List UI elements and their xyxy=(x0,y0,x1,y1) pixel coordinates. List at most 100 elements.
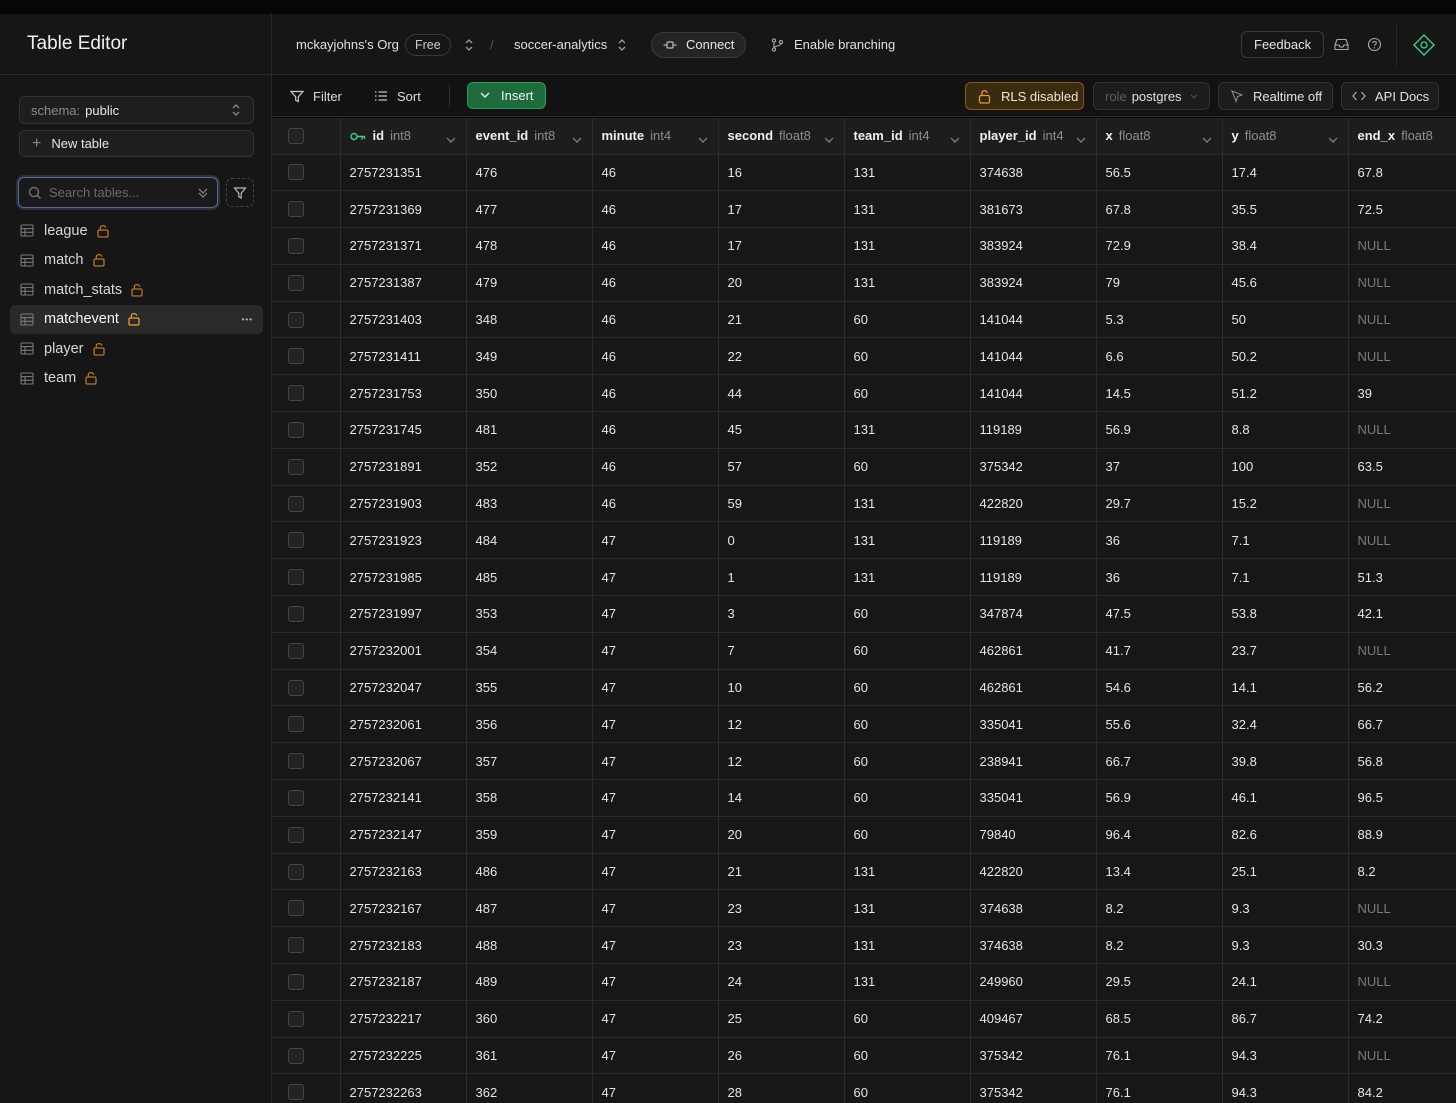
table-row[interactable]: 2757231753 350 46 44 60 141044 14.5 51.2 39 xyxy=(272,374,1456,413)
table-row[interactable]: 2757231369 477 46 17 131 381673 67.8 35.5 72.5 xyxy=(272,190,1456,229)
row-checkbox[interactable] xyxy=(288,237,304,254)
cell-end_x[interactable]: NULL xyxy=(1348,632,1456,670)
cell-second[interactable]: 16 xyxy=(718,154,845,192)
cell-player_id[interactable]: 381673 xyxy=(970,190,1097,229)
cell-team_id[interactable]: 131 xyxy=(844,190,971,229)
cell-event_id[interactable]: 357 xyxy=(466,742,593,781)
row-checkbox[interactable] xyxy=(288,311,304,328)
cell-x[interactable]: 47.5 xyxy=(1096,595,1223,633)
cell-x[interactable]: 56.9 xyxy=(1096,779,1223,817)
cell-x[interactable]: 36 xyxy=(1096,558,1223,597)
cell-end_x[interactable]: 8.2 xyxy=(1348,853,1456,891)
cell-team_id[interactable]: 60 xyxy=(844,374,971,413)
cell-team_id[interactable]: 60 xyxy=(844,669,971,707)
row-checkbox[interactable] xyxy=(288,937,304,954)
sidebar-item-matchevent[interactable]: matchevent ••• xyxy=(10,304,263,334)
cell-player_id[interactable]: 374638 xyxy=(970,154,1097,192)
cell-second[interactable]: 25 xyxy=(718,1000,845,1038)
cell-id[interactable]: 2757231371 xyxy=(340,227,467,265)
cell-player_id[interactable]: 335041 xyxy=(970,779,1097,817)
feedback-button[interactable]: Feedback xyxy=(1241,31,1325,58)
cell-event_id[interactable]: 476 xyxy=(466,154,593,192)
cell-y[interactable]: 25.1 xyxy=(1222,853,1349,891)
cell-y[interactable]: 9.3 xyxy=(1222,889,1349,928)
sort-button[interactable]: Sort xyxy=(374,75,421,117)
row-checkbox[interactable] xyxy=(288,973,304,990)
cell-player_id[interactable]: 249960 xyxy=(970,963,1097,1001)
table-row[interactable]: 2757232225 361 47 26 60 375342 76.1 94.3 NULL xyxy=(272,1037,1456,1075)
cell-team_id[interactable]: 60 xyxy=(844,448,971,486)
realtime-toggle[interactable]: Realtime off xyxy=(1218,82,1333,110)
row-checkbox[interactable] xyxy=(288,863,304,880)
table-row[interactable]: 2757231411 349 46 22 60 141044 6.6 50.2 NULL xyxy=(272,337,1456,376)
cell-event_id[interactable]: 486 xyxy=(466,853,593,891)
cell-id[interactable]: 2757231903 xyxy=(340,485,467,523)
cell-minute[interactable]: 47 xyxy=(592,816,719,854)
cell-event_id[interactable]: 489 xyxy=(466,963,593,1001)
cell-player_id[interactable]: 409467 xyxy=(970,1000,1097,1038)
cell-x[interactable]: 6.6 xyxy=(1096,337,1223,376)
cell-event_id[interactable]: 478 xyxy=(466,227,593,265)
more-options-icon[interactable]: ••• xyxy=(242,315,253,324)
cell-second[interactable]: 57 xyxy=(718,448,845,486)
cell-team_id[interactable]: 60 xyxy=(844,816,971,854)
sidebar-item-match[interactable]: match xyxy=(10,246,263,276)
org-switcher[interactable] xyxy=(464,14,474,75)
cell-id[interactable]: 2757232047 xyxy=(340,669,467,707)
cell-y[interactable]: 15.2 xyxy=(1222,485,1349,523)
cell-end_x[interactable]: 67.8 xyxy=(1348,154,1456,192)
column-header-id[interactable]: id int8 xyxy=(340,118,467,155)
cell-x[interactable]: 79 xyxy=(1096,264,1223,302)
cell-minute[interactable]: 47 xyxy=(592,1000,719,1038)
column-header-y[interactable]: y float8 xyxy=(1222,118,1349,155)
cell-id[interactable]: 2757232001 xyxy=(340,632,467,670)
cell-minute[interactable]: 47 xyxy=(592,669,719,707)
chevron-down-icon[interactable] xyxy=(198,187,208,199)
chevron-down-icon[interactable] xyxy=(950,131,960,146)
cell-end_x[interactable]: 88.9 xyxy=(1348,816,1456,854)
cell-event_id[interactable]: 352 xyxy=(466,448,593,486)
cell-end_x[interactable]: NULL xyxy=(1348,227,1456,265)
cell-event_id[interactable]: 485 xyxy=(466,558,593,597)
cell-x[interactable]: 36 xyxy=(1096,521,1223,560)
cell-x[interactable]: 76.1 xyxy=(1096,1037,1223,1075)
org-selector[interactable]: mckayjohns's Org xyxy=(296,14,399,75)
cell-player_id[interactable]: 422820 xyxy=(970,853,1097,891)
cell-minute[interactable]: 47 xyxy=(592,853,719,891)
sidebar-item-match_stats[interactable]: match_stats xyxy=(10,275,263,305)
cell-second[interactable]: 28 xyxy=(718,1073,845,1103)
cell-team_id[interactable]: 60 xyxy=(844,595,971,633)
cell-minute[interactable]: 47 xyxy=(592,779,719,817)
cell-x[interactable]: 66.7 xyxy=(1096,742,1223,781)
cell-player_id[interactable]: 374638 xyxy=(970,926,1097,965)
row-checkbox[interactable] xyxy=(288,826,304,843)
cell-event_id[interactable]: 488 xyxy=(466,926,593,965)
cell-minute[interactable]: 47 xyxy=(592,963,719,1001)
schema-selector[interactable]: schema: public xyxy=(19,96,254,124)
cell-minute[interactable]: 47 xyxy=(592,742,719,781)
cell-team_id[interactable]: 131 xyxy=(844,521,971,560)
row-checkbox[interactable] xyxy=(288,1084,304,1101)
filter-button[interactable]: Filter xyxy=(290,75,342,117)
column-header-x[interactable]: x float8 xyxy=(1096,118,1223,155)
table-row[interactable]: 2757232147 359 47 20 60 79840 96.4 82.6 88.9 xyxy=(272,816,1456,854)
cell-end_x[interactable]: 96.5 xyxy=(1348,779,1456,817)
cell-end_x[interactable]: 30.3 xyxy=(1348,926,1456,965)
cell-minute[interactable]: 47 xyxy=(592,558,719,597)
cell-second[interactable]: 20 xyxy=(718,264,845,302)
cell-end_x[interactable]: 56.8 xyxy=(1348,742,1456,781)
row-checkbox[interactable] xyxy=(288,642,304,659)
cell-y[interactable]: 50 xyxy=(1222,301,1349,339)
cell-event_id[interactable]: 358 xyxy=(466,779,593,817)
cell-player_id[interactable]: 375342 xyxy=(970,1037,1097,1075)
cell-team_id[interactable]: 131 xyxy=(844,485,971,523)
cell-second[interactable]: 26 xyxy=(718,1037,845,1075)
sidebar-item-league[interactable]: league xyxy=(10,216,263,246)
cell-second[interactable]: 45 xyxy=(718,411,845,449)
table-row[interactable]: 2757231371 478 46 17 131 383924 72.9 38.4 NULL xyxy=(272,227,1456,265)
cell-id[interactable]: 2757231753 xyxy=(340,374,467,413)
cell-end_x[interactable]: 72.5 xyxy=(1348,190,1456,229)
row-checkbox[interactable] xyxy=(288,1047,304,1064)
cell-id[interactable]: 2757231985 xyxy=(340,558,467,597)
filter-tables-button[interactable] xyxy=(226,178,254,207)
